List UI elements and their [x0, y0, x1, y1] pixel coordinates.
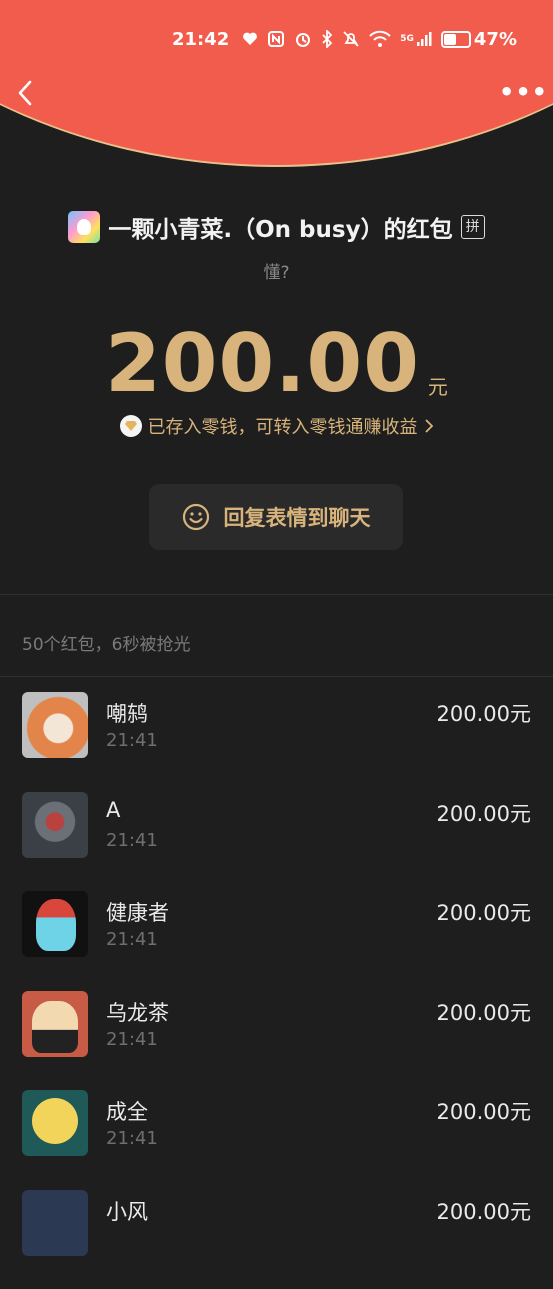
pin-icon[interactable]: 拼	[461, 215, 485, 239]
recipient-amount: 200.00元	[437, 798, 531, 828]
status-bar: 21:42 5G 47%	[180, 24, 517, 54]
list-item[interactable]: 成全 21:41 200.00元	[0, 1090, 553, 1190]
battery-icon	[441, 31, 471, 48]
avatar[interactable]	[22, 792, 88, 858]
avatar[interactable]	[22, 1190, 88, 1256]
recipient-amount: 200.00元	[437, 897, 531, 927]
greeting-message: 懂?	[0, 258, 553, 283]
envelope-summary: 50个红包，6秒被抢光	[22, 630, 190, 655]
battery-indicator: 47%	[441, 29, 517, 50]
currency-unit: 元	[428, 371, 448, 400]
sender-avatar[interactable]	[68, 211, 100, 243]
smile-icon	[182, 503, 210, 531]
chevron-left-icon	[14, 78, 38, 108]
avatar[interactable]	[22, 692, 88, 758]
wallet-note-link[interactable]: 已存入零钱，可转入零钱通赚收益	[0, 413, 553, 439]
wifi-icon	[369, 30, 391, 48]
recipient-time: 21:41	[106, 1128, 158, 1149]
more-button[interactable]: •••	[499, 82, 529, 102]
battery-percent: 47%	[474, 29, 517, 50]
recipient-name: A	[106, 798, 120, 822]
reply-label: 回复表情到聊天	[224, 502, 371, 532]
recipient-name: 乌龙茶	[106, 997, 169, 1027]
list-item[interactable]: 嘲鸫 21:41 200.00元	[0, 692, 553, 792]
recipient-name: 嘲鸫	[106, 698, 148, 728]
bluetooth-icon	[321, 30, 333, 48]
status-time: 21:42	[172, 29, 229, 50]
nfc-icon	[267, 30, 285, 48]
recipient-amount: 200.00元	[437, 1096, 531, 1126]
chevron-right-icon	[424, 418, 434, 434]
list-divider	[0, 676, 553, 677]
signal-icon: 5G	[400, 31, 432, 47]
avatar[interactable]	[22, 991, 88, 1057]
recipient-amount: 200.00元	[437, 698, 531, 728]
diamond-icon	[120, 415, 142, 437]
recipient-list: 嘲鸫 21:41 200.00元 A 21:41 200.00元 健康者 21:…	[0, 692, 553, 1289]
recipient-time: 21:41	[106, 730, 158, 751]
list-item[interactable]: 乌龙茶 21:41 200.00元	[0, 991, 553, 1091]
recipient-time: 21:41	[106, 929, 158, 950]
recipient-name: 成全	[106, 1096, 148, 1126]
recipient-time: 21:41	[106, 830, 158, 851]
recipient-amount: 200.00元	[437, 1196, 531, 1226]
recipient-name: 小风	[106, 1196, 148, 1226]
list-item[interactable]: 小风 200.00元	[0, 1190, 553, 1289]
wallet-note-text: 已存入零钱，可转入零钱通赚收益	[148, 413, 418, 439]
mute-icon	[342, 30, 360, 48]
alarm-icon	[294, 30, 312, 48]
avatar[interactable]	[22, 891, 88, 957]
notification-icon	[242, 31, 258, 47]
list-item[interactable]: A 21:41 200.00元	[0, 792, 553, 892]
recipient-amount: 200.00元	[437, 997, 531, 1027]
reply-sticker-button[interactable]: 回复表情到聊天	[149, 484, 403, 550]
recipient-name: 健康者	[106, 897, 169, 927]
section-divider	[0, 594, 553, 595]
amount-display: 200.00 元	[0, 320, 553, 408]
received-amount: 200.00	[105, 320, 420, 408]
network-type: 5G	[400, 34, 414, 44]
sender-name: 一颗小青菜.（On busy）的红包	[108, 210, 452, 244]
back-button[interactable]	[14, 78, 38, 108]
avatar[interactable]	[22, 1090, 88, 1156]
sender-header: 一颗小青菜.（On busy）的红包 拼	[0, 210, 553, 244]
recipient-time: 21:41	[106, 1029, 158, 1050]
list-item[interactable]: 健康者 21:41 200.00元	[0, 891, 553, 991]
